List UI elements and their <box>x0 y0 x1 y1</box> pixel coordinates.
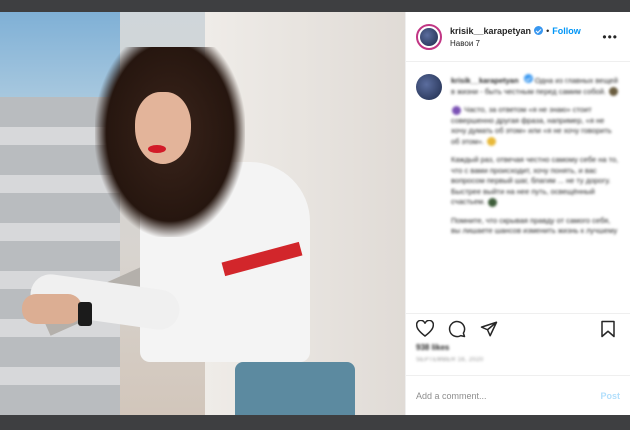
caption-text: krisik__karapetyan Одна из главных вещей… <box>451 74 620 245</box>
header-separator: • <box>546 25 550 36</box>
verified-badge-icon <box>523 74 533 83</box>
post-date: SEPTEMBER 16, 2020 <box>416 357 484 363</box>
bookmark-icon[interactable] <box>600 319 620 339</box>
post-photo[interactable] <box>0 12 405 415</box>
more-options-icon[interactable]: ••• <box>600 30 620 44</box>
comment-input[interactable] <box>416 390 601 401</box>
photo-lips <box>148 145 166 153</box>
caption-paragraph: Часто, за ответом «я не знаю» стоит сове… <box>451 105 612 146</box>
photo-hands <box>22 294 82 324</box>
comment-icon[interactable] <box>448 319 468 339</box>
post-sidebar: krisik__karapetyan • Follow Навои 7 ••• … <box>405 12 630 415</box>
caption-username[interactable]: krisik__karapetyan <box>451 76 519 85</box>
emoji-icon <box>609 87 619 97</box>
post-modal: krisik__karapetyan • Follow Навои 7 ••• … <box>0 12 630 415</box>
photo-watch <box>78 302 92 326</box>
photo-jeans <box>235 362 355 415</box>
caption-avatar[interactable] <box>416 74 442 100</box>
comments-section: krisik__karapetyan Одна из главных вещей… <box>406 62 630 313</box>
emoji-icon <box>487 137 497 147</box>
caption-paragraph: Помните, что скрывая правду от самого се… <box>451 215 618 236</box>
follow-button[interactable]: Follow <box>552 26 581 36</box>
caption: krisik__karapetyan Одна из главных вещей… <box>416 74 620 245</box>
likes-count[interactable]: 938 likes <box>406 343 630 357</box>
photo-face <box>135 92 191 164</box>
verified-badge-icon <box>534 26 544 35</box>
post-location[interactable]: Навои 7 <box>450 39 600 48</box>
header-username[interactable]: krisik__karapetyan <box>450 26 531 36</box>
heart-icon[interactable] <box>416 319 436 339</box>
post-header: krisik__karapetyan • Follow Навои 7 ••• <box>406 12 630 62</box>
post-comment-button[interactable]: Post <box>600 391 620 401</box>
emoji-icon <box>452 105 461 115</box>
add-comment-bar: Post <box>406 375 630 415</box>
emoji-icon <box>488 197 498 207</box>
action-bar <box>406 313 630 343</box>
share-icon[interactable] <box>480 319 500 339</box>
avatar[interactable] <box>416 23 442 50</box>
caption-paragraph: Каждый раз, отвечая честно самому себе н… <box>451 155 619 206</box>
